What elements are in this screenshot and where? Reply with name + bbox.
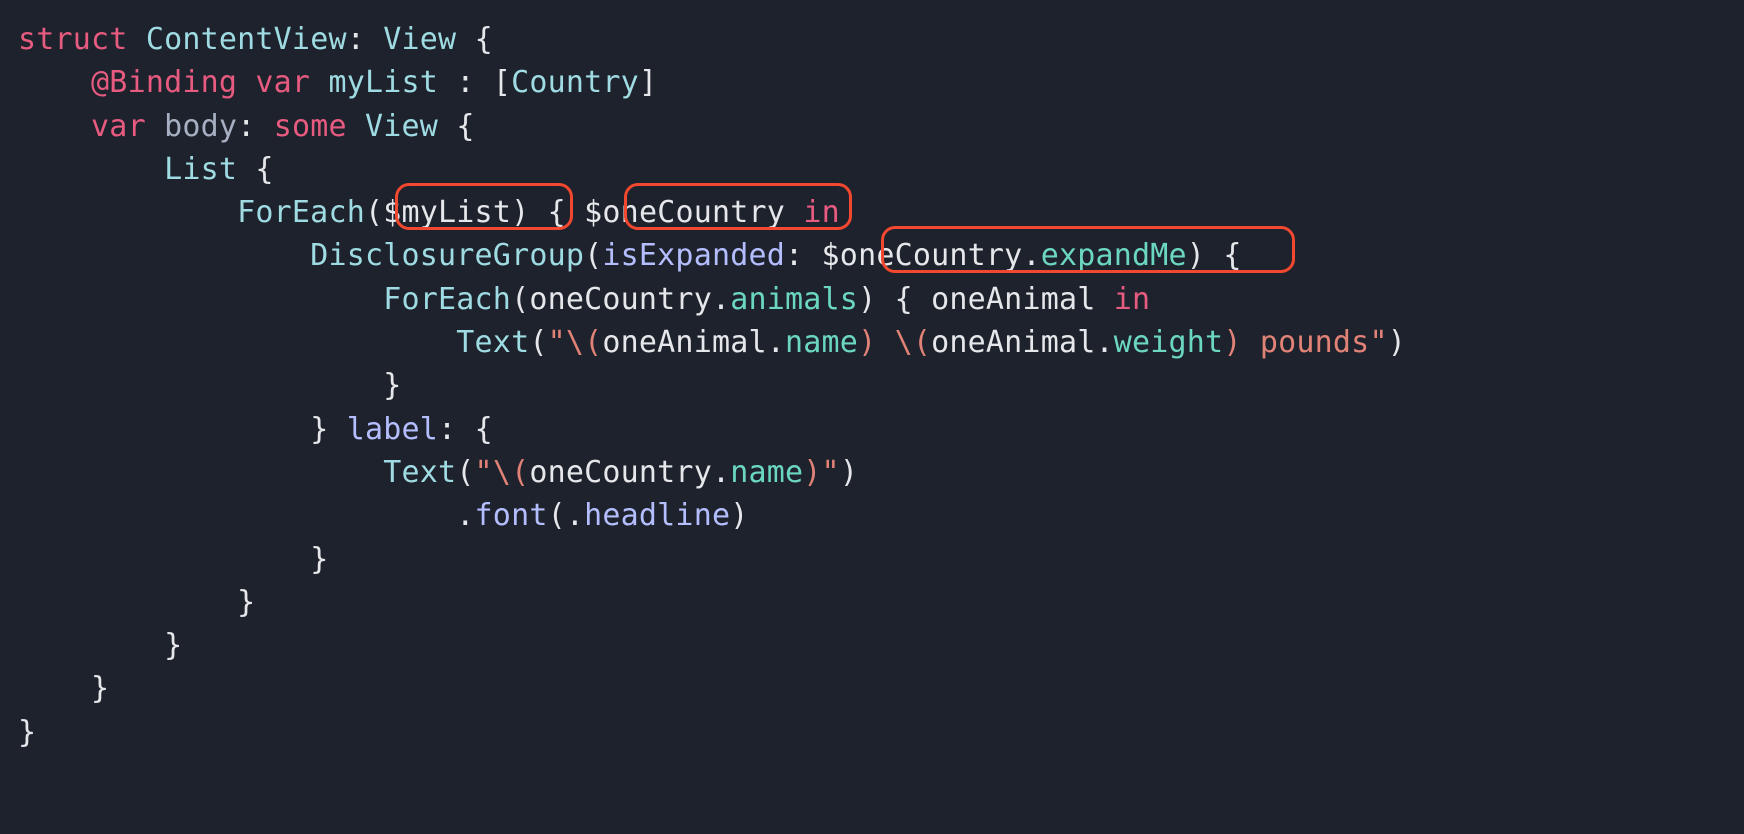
lpar: ( (584, 238, 602, 273)
lbracket: [ (493, 65, 511, 100)
lbrace: { (548, 195, 566, 230)
kw-in: in (803, 195, 840, 230)
type-List: List (164, 152, 237, 187)
kw-var: var (255, 65, 310, 100)
dot: . (1022, 238, 1040, 273)
type-View: View (365, 109, 438, 144)
brace: } (164, 628, 182, 663)
space (876, 325, 894, 360)
brace: } (383, 368, 401, 403)
interp-open: \( (566, 325, 603, 360)
colon: : (237, 109, 255, 144)
rpar: ) (511, 195, 529, 230)
brace: } (91, 671, 109, 706)
brace: } (310, 412, 328, 447)
ident-body: body (164, 109, 237, 144)
kw-binding: @Binding (91, 65, 237, 100)
colon: : (785, 238, 803, 273)
enum-headline: headline (584, 498, 730, 533)
interp-open: \( (895, 325, 932, 360)
code-block: struct ContentView: View { @Binding var … (0, 0, 1744, 772)
dot: . (712, 455, 730, 490)
member-animals: animals (730, 282, 858, 317)
interp-close: ) (858, 325, 876, 360)
dot: . (712, 282, 730, 317)
dot: . (456, 498, 474, 533)
param-isExpanded: isExpanded (602, 238, 785, 273)
lpar: ( (511, 282, 529, 317)
colon: : (347, 22, 365, 57)
quote: " (475, 455, 493, 490)
member-weight: weight (1114, 325, 1224, 360)
kw-struct: struct (18, 22, 128, 57)
type-Country: Country (511, 65, 639, 100)
type-Text: Text (456, 325, 529, 360)
rpar: ) (858, 282, 876, 317)
member-name: name (785, 325, 858, 360)
var-oneCountry: oneCountry (529, 282, 712, 317)
kw-some: some (274, 109, 347, 144)
kw-var: var (91, 109, 146, 144)
brace: { (475, 22, 493, 57)
interp-close: ) (1223, 325, 1241, 360)
lpar: ( (456, 455, 474, 490)
type-ContentView: ContentView (146, 22, 347, 57)
colon: : (456, 65, 474, 100)
lpar: ( (365, 195, 383, 230)
kw-in: in (1114, 282, 1151, 317)
brace: } (310, 542, 328, 577)
closure-arg-oneAnimal: oneAnimal (931, 282, 1095, 317)
brace: { (255, 152, 273, 187)
type-Text: Text (383, 455, 456, 490)
interp-open: \( (493, 455, 530, 490)
var-oneCountry: oneCountry (529, 455, 712, 490)
rpar: ) (1388, 325, 1406, 360)
type-DisclosureGroup: DisclosureGroup (310, 238, 584, 273)
lbrace: { (475, 412, 493, 447)
quote: " (548, 325, 566, 360)
dot: . (1095, 325, 1113, 360)
dot: . (566, 498, 584, 533)
lpar: ( (529, 325, 547, 360)
rpar: ) (730, 498, 748, 533)
dot: . (767, 325, 785, 360)
type-ForEach: ForEach (383, 282, 511, 317)
quote: " (822, 455, 840, 490)
brace: { (456, 109, 474, 144)
param-label: label (347, 412, 438, 447)
var-myList: myList (328, 65, 438, 100)
type-View: View (383, 22, 456, 57)
interp-close: ) (803, 455, 821, 490)
str-tail: pounds (1242, 325, 1370, 360)
brace: { (1223, 238, 1241, 273)
colon: : (438, 412, 456, 447)
lbrace: { (895, 282, 913, 317)
var-oneAnimal: oneAnimal (931, 325, 1095, 360)
lpar: ( (548, 498, 566, 533)
rpar: ) (1187, 238, 1205, 273)
brace: } (237, 585, 255, 620)
rpar: ) (840, 455, 858, 490)
var-oneAnimal: oneAnimal (602, 325, 766, 360)
rbracket: ] (639, 65, 657, 100)
type-ForEach: ForEach (237, 195, 365, 230)
brace: } (18, 715, 36, 750)
method-font: font (475, 498, 548, 533)
var-myList-binding: $myList (383, 195, 511, 230)
quote: " (1369, 325, 1387, 360)
var-oneCountry-binding: $oneCountry (822, 238, 1023, 273)
member-expandMe: expandMe (1041, 238, 1187, 273)
member-name: name (730, 455, 803, 490)
closure-arg-oneCountry: $oneCountry (584, 195, 785, 230)
